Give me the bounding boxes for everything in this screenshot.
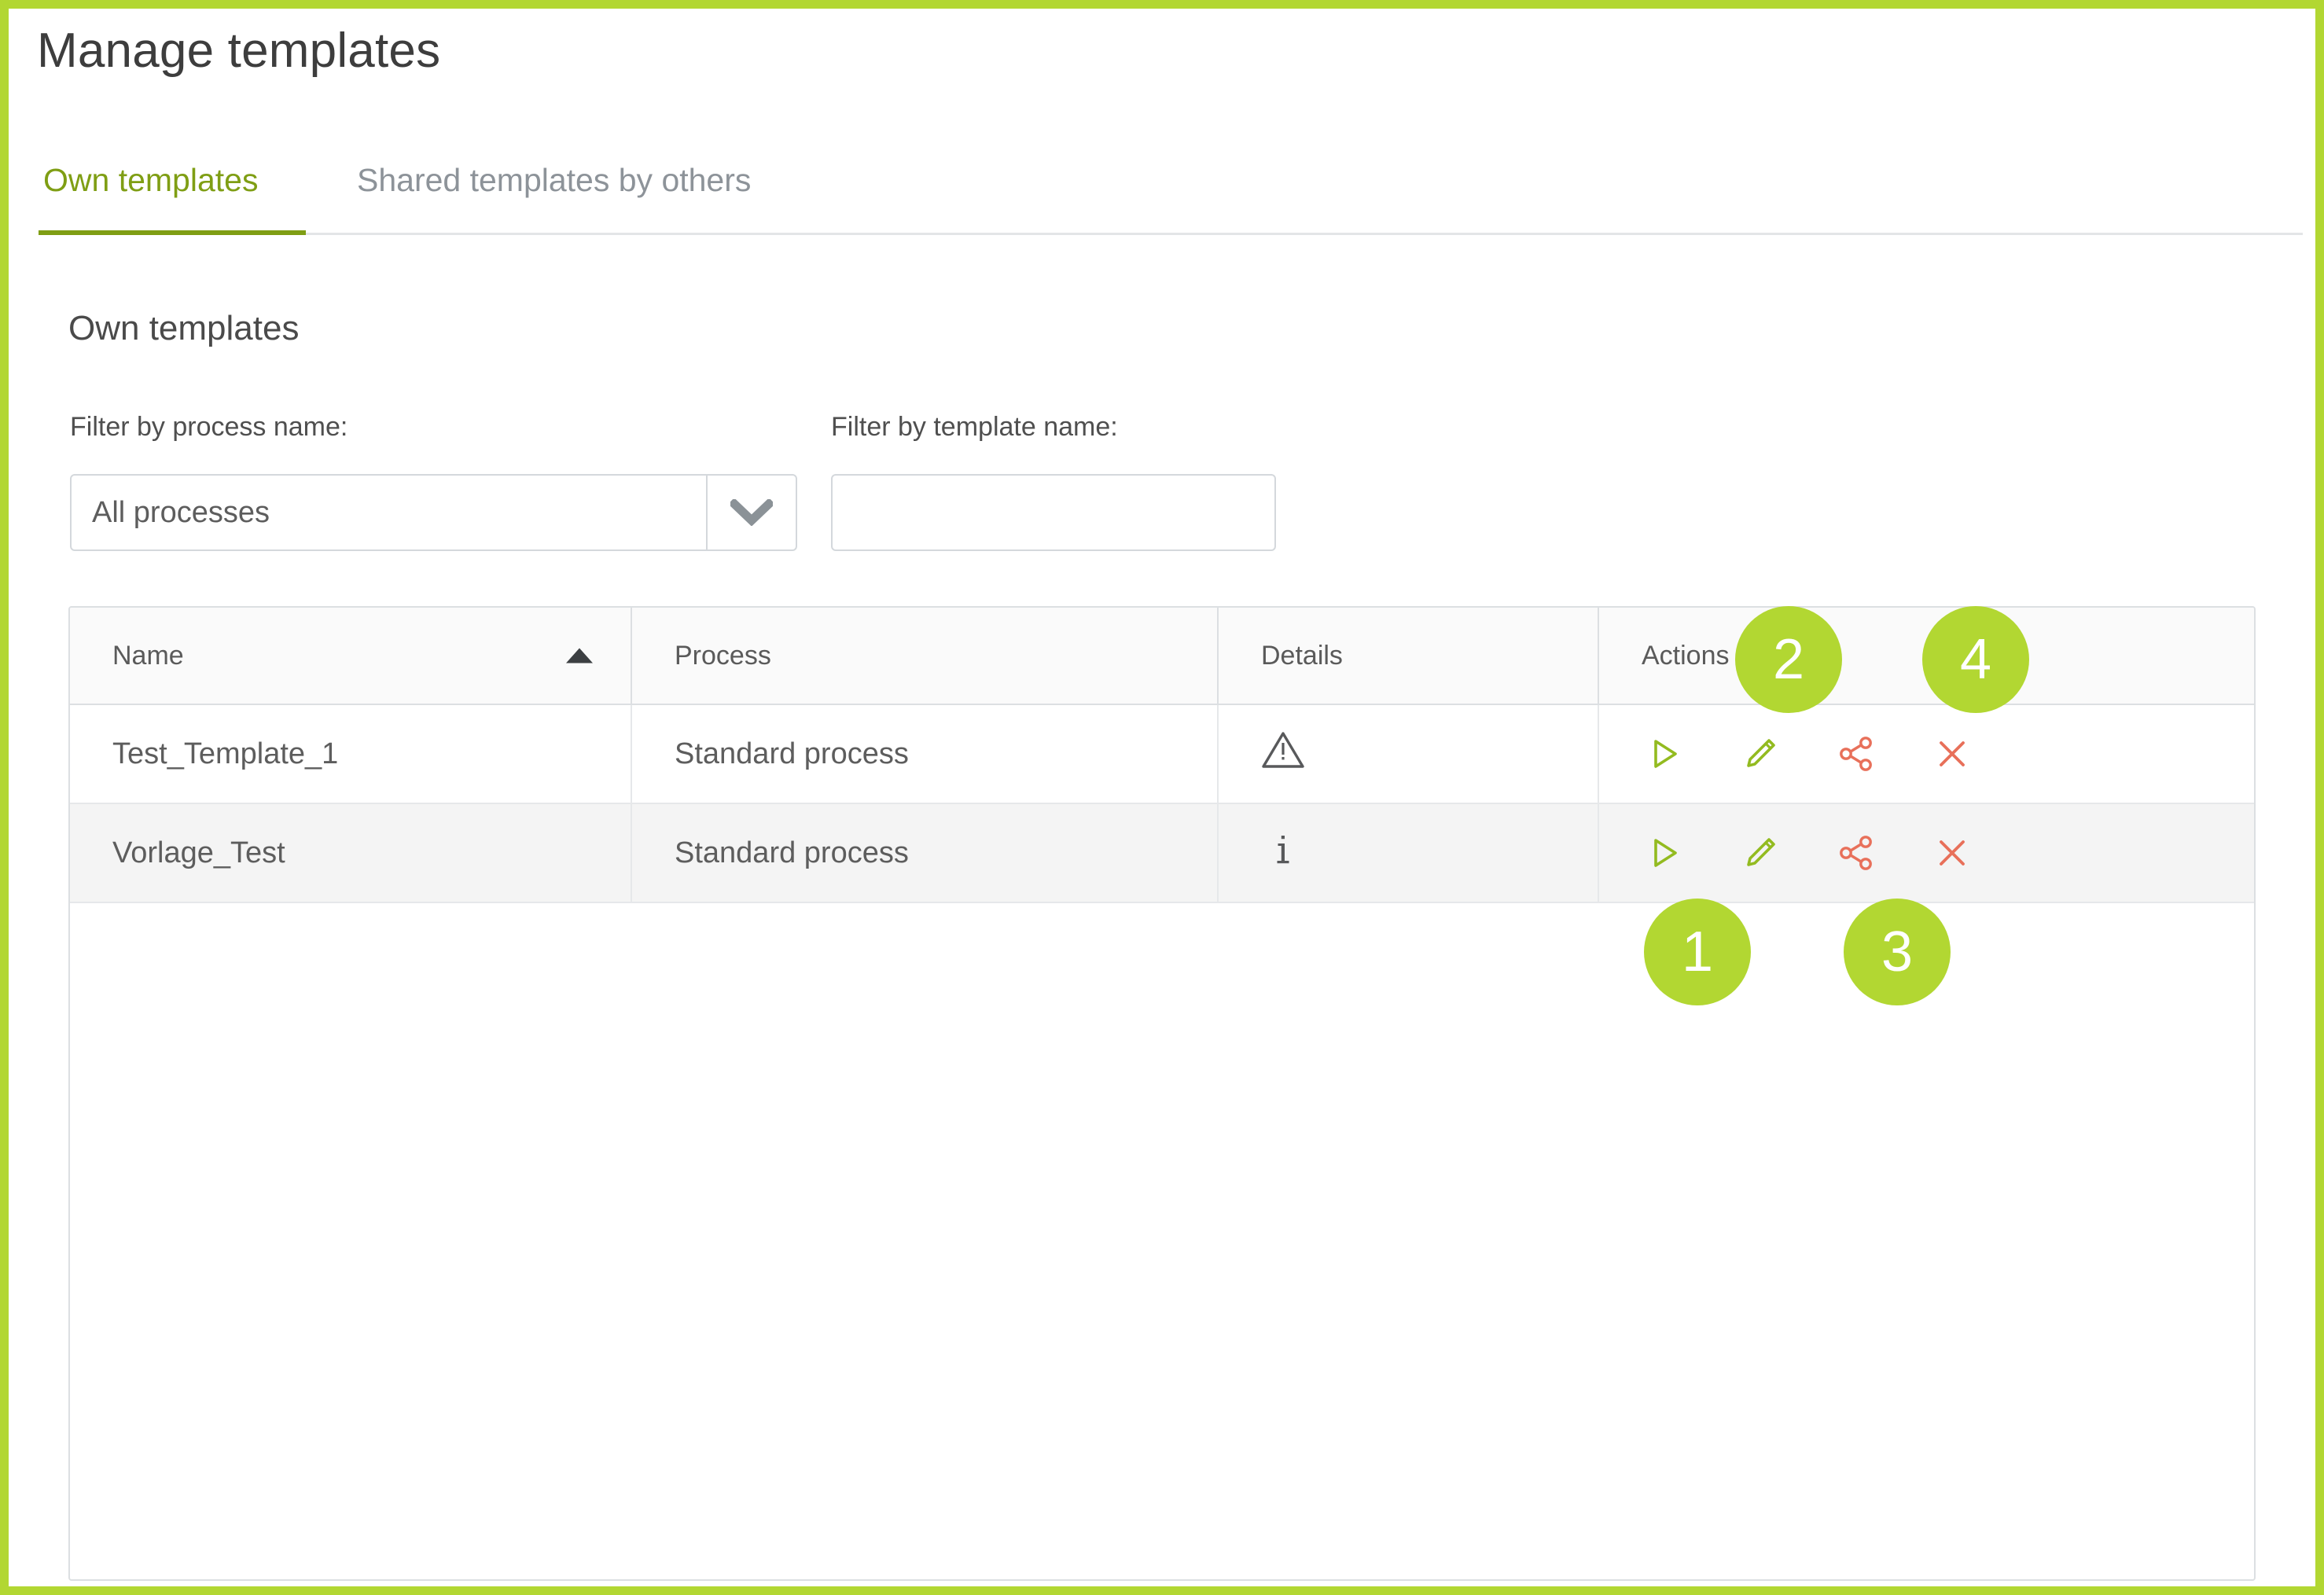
delete-template-button[interactable] <box>1918 819 1986 887</box>
share-template-button[interactable] <box>1822 720 1890 788</box>
table-row[interactable]: Test_Template_1 Standard process <box>70 704 2254 803</box>
cell-process-name: Standard process <box>631 803 1218 902</box>
filter-process-selected-value: All processes <box>72 476 706 549</box>
tab-shared-templates-by-others[interactable]: Shared templates by others <box>357 162 751 199</box>
cell-template-name: Test_Template_1 <box>70 704 631 803</box>
start-template-button[interactable] <box>1631 819 1698 887</box>
start-template-button[interactable] <box>1631 720 1698 788</box>
column-header-details-label: Details <box>1261 641 1343 671</box>
actions-row <box>1599 819 2254 887</box>
callout-badge-4: 4 <box>1922 606 2029 713</box>
tab-own-templates[interactable]: Own templates <box>43 162 258 199</box>
callout-badge-3: 3 <box>1844 899 1951 1005</box>
cell-actions <box>1598 704 2254 803</box>
cell-actions <box>1598 803 2254 902</box>
cell-template-name: Vorlage_Test <box>70 803 631 902</box>
page-title: Manage templates <box>37 23 440 79</box>
tab-active-indicator <box>39 230 306 235</box>
filter-template-label: Filter by template name: <box>831 412 1118 443</box>
tab-underline-track <box>39 233 2303 235</box>
warning-triangle-icon[interactable] <box>1261 730 1305 770</box>
delete-template-button[interactable] <box>1918 720 1986 788</box>
column-header-process[interactable]: Process <box>631 608 1218 704</box>
column-header-process-label: Process <box>675 641 771 671</box>
info-icon[interactable] <box>1261 829 1305 869</box>
edit-template-button[interactable] <box>1726 819 1794 887</box>
column-header-name-label: Name <box>112 641 184 671</box>
column-header-name[interactable]: Name <box>70 608 631 704</box>
callout-badge-1: 1 <box>1644 899 1751 1005</box>
cell-details <box>1218 704 1598 803</box>
share-template-button[interactable] <box>1822 819 1890 887</box>
chevron-down-icon[interactable] <box>706 476 796 549</box>
screenshot-frame: Manage templates Own templates Shared te… <box>0 0 2324 1595</box>
templates-table-container: Name Process Details Actions <box>68 606 2256 1581</box>
table-row[interactable]: Vorlage_Test Standard process <box>70 803 2254 902</box>
column-header-actions-label: Actions <box>1642 641 1730 671</box>
cell-process-name: Standard process <box>631 704 1218 803</box>
filter-template-input[interactable] <box>831 474 1276 551</box>
column-header-details[interactable]: Details <box>1218 608 1598 704</box>
callout-badge-2: 2 <box>1735 606 1842 713</box>
filter-process-label: Filter by process name: <box>70 412 347 443</box>
tab-bar: Own templates Shared templates by others <box>9 162 2315 239</box>
cell-details <box>1218 803 1598 902</box>
section-heading: Own templates <box>68 309 299 348</box>
edit-template-button[interactable] <box>1726 720 1794 788</box>
sort-ascending-arrow-icon[interactable] <box>566 649 593 663</box>
actions-row <box>1599 720 2254 788</box>
manage-templates-page: Manage templates Own templates Shared te… <box>9 9 2315 1586</box>
filter-process-select[interactable]: All processes <box>70 474 797 551</box>
